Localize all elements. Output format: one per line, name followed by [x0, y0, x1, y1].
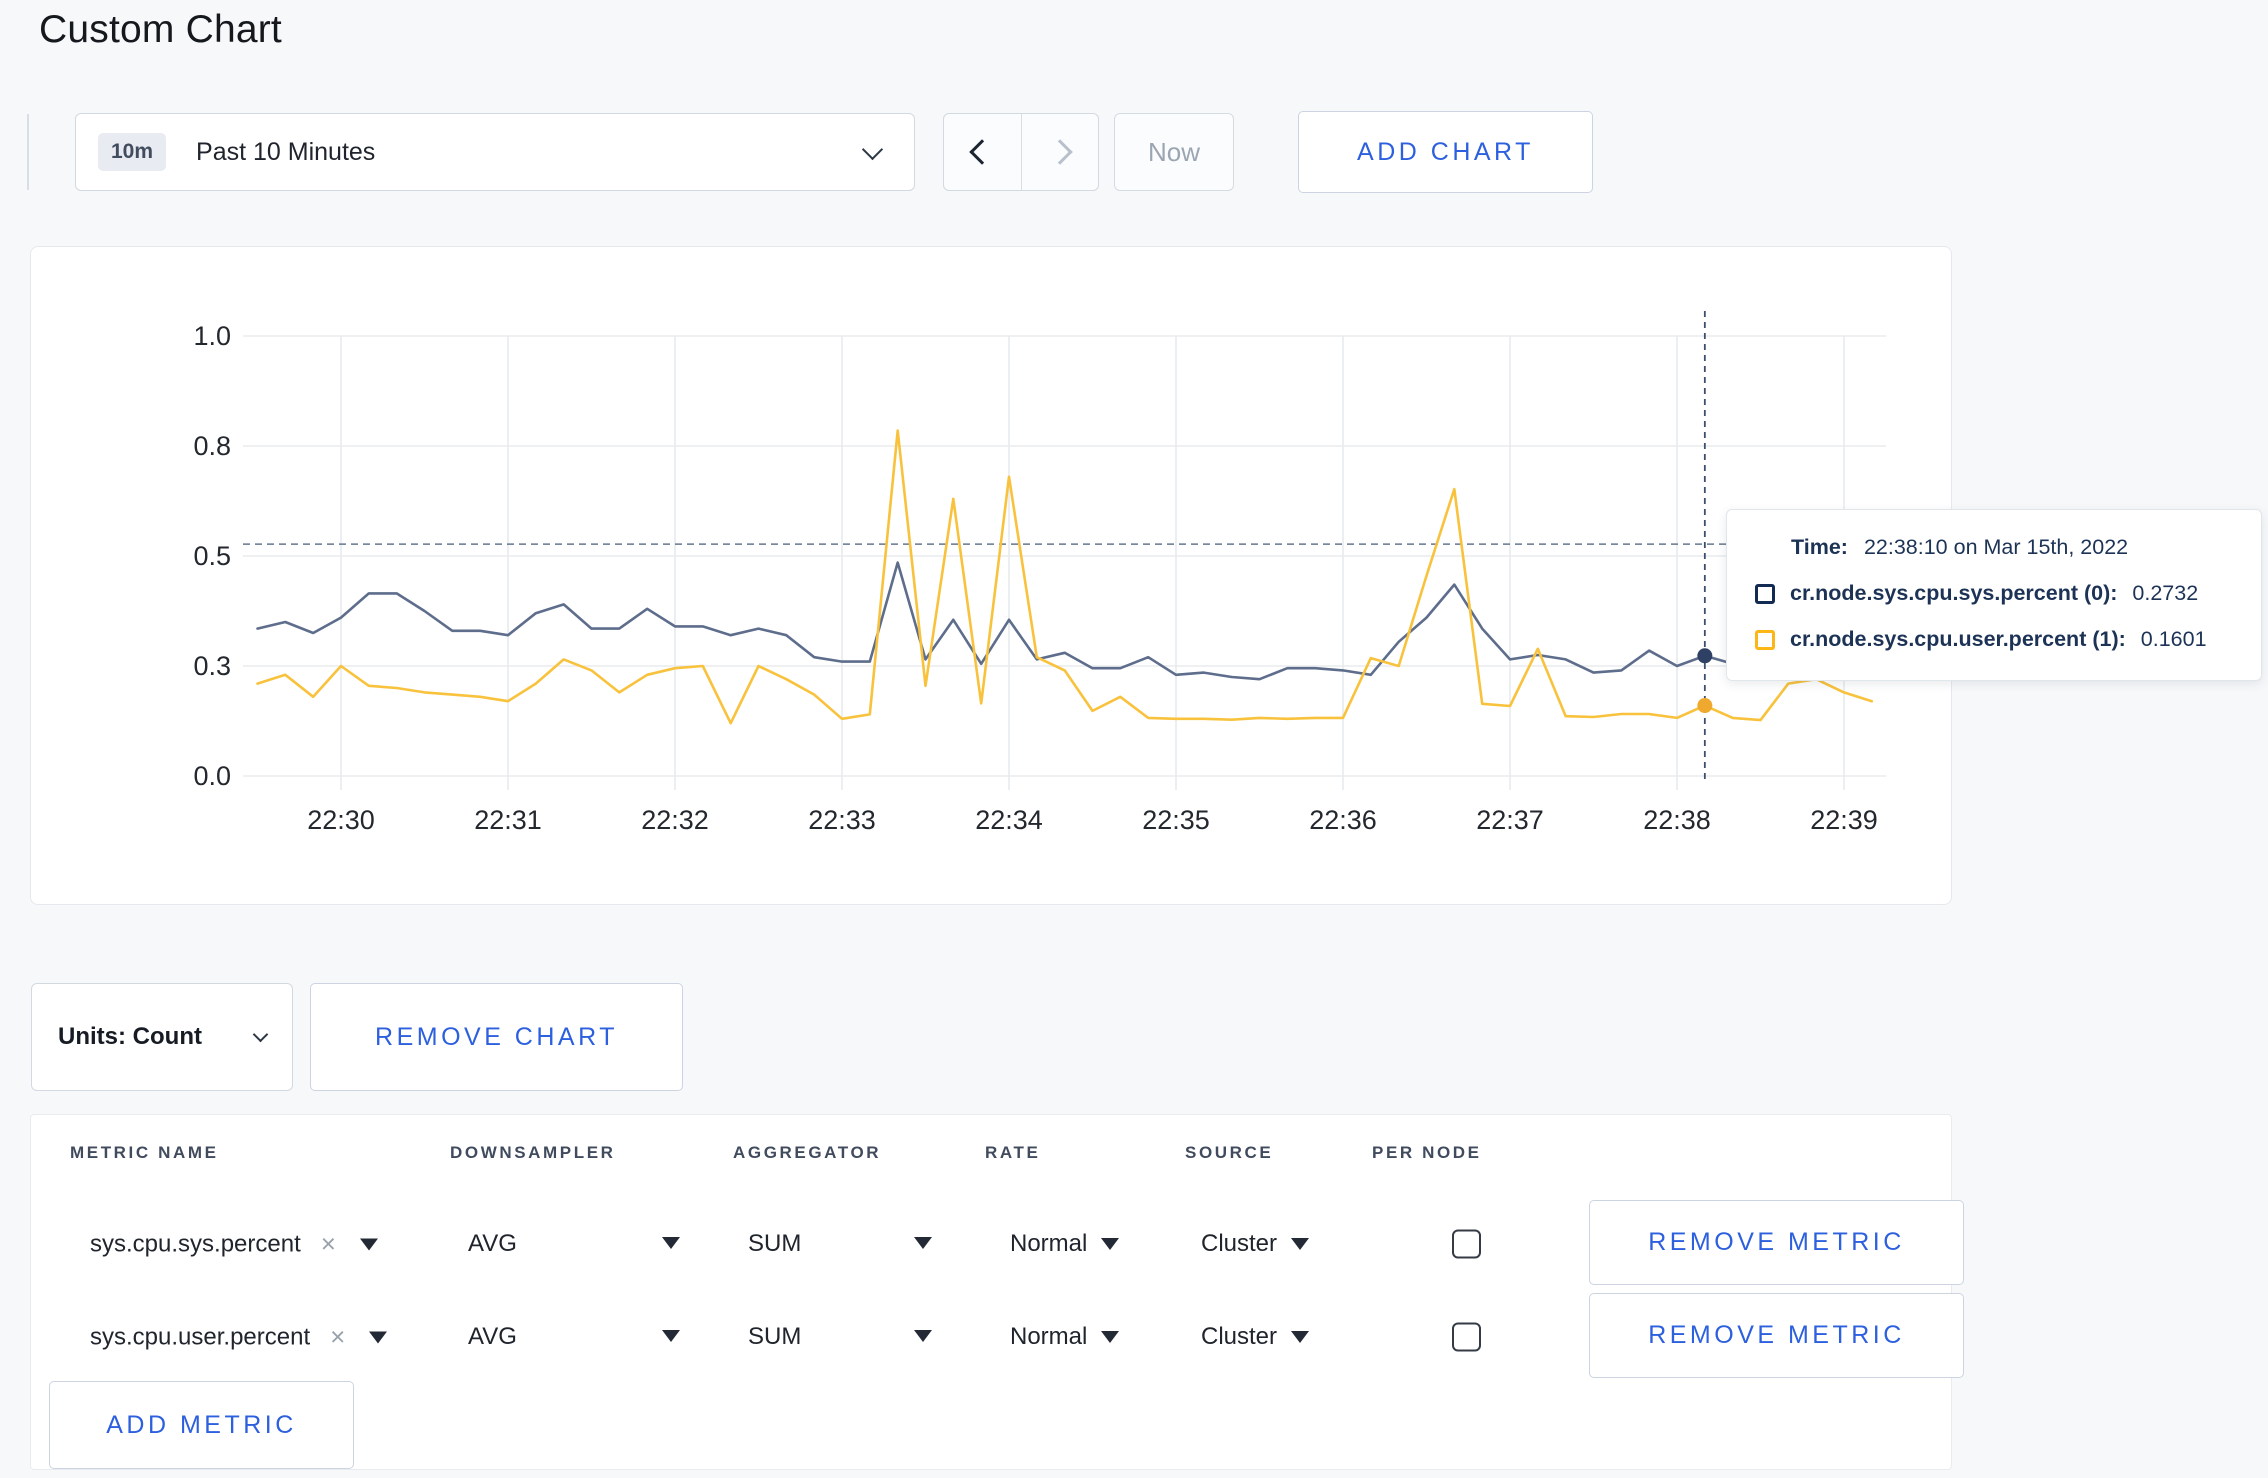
- tooltip-series-value: 0.2732: [2132, 581, 2199, 605]
- dropdown-caret-icon[interactable]: [662, 1330, 680, 1342]
- time-range-label: Past 10 Minutes: [196, 137, 376, 166]
- rate-select[interactable]: Normal: [1010, 1230, 1120, 1258]
- svg-text:0.5: 0.5: [193, 541, 231, 571]
- time-range-select[interactable]: 10m Past 10 Minutes: [75, 113, 915, 191]
- dropdown-caret-icon: [1291, 1238, 1310, 1250]
- remove-metric-button[interactable]: REMOVE METRIC: [1589, 1200, 1964, 1285]
- dropdown-caret-icon[interactable]: [914, 1237, 932, 1249]
- col-header-metric-name: METRIC NAME: [70, 1143, 219, 1162]
- svg-text:0.3: 0.3: [193, 651, 231, 681]
- toolbar-divider: [27, 114, 29, 190]
- svg-text:22:30: 22:30: [307, 805, 375, 835]
- clear-metric-icon[interactable]: ×: [321, 1229, 336, 1260]
- dropdown-caret-icon[interactable]: [369, 1331, 388, 1343]
- tooltip-series-row: cr.node.sys.cpu.user.percent (1): 0.1601: [1755, 627, 2241, 652]
- time-step-buttons: [943, 113, 1099, 191]
- dropdown-caret-icon: [1101, 1238, 1120, 1250]
- col-header-downsampler: DOWNSAMPLER: [450, 1143, 616, 1162]
- col-header-aggregator: AGGREGATOR: [733, 1143, 882, 1162]
- svg-text:0.0: 0.0: [193, 761, 231, 791]
- downsampler-select[interactable]: AVG: [468, 1230, 517, 1258]
- rate-value: Normal: [1010, 1230, 1088, 1257]
- chevron-down-icon: [861, 138, 884, 161]
- remove-chart-button[interactable]: REMOVE CHART: [310, 983, 683, 1091]
- col-header-per-node: PER NODE: [1372, 1143, 1482, 1162]
- rate-value: Normal: [1010, 1323, 1088, 1350]
- dropdown-caret-icon: [1291, 1331, 1310, 1343]
- time-range-badge: 10m: [98, 133, 167, 171]
- dropdown-caret-icon: [1101, 1331, 1120, 1343]
- source-value: Cluster: [1201, 1323, 1278, 1350]
- metric-name-value: sys.cpu.user.percent: [90, 1323, 311, 1350]
- aggregator-select[interactable]: SUM: [748, 1230, 801, 1258]
- source-select[interactable]: Cluster: [1201, 1230, 1310, 1258]
- dropdown-caret-icon[interactable]: [359, 1238, 378, 1250]
- svg-text:22:34: 22:34: [975, 805, 1043, 835]
- table-row: sys.cpu.user.percent × AVG SUM Normal Cl…: [30, 1290, 1964, 1384]
- units-select[interactable]: Units: Count: [31, 983, 293, 1091]
- svg-text:22:36: 22:36: [1309, 805, 1377, 835]
- tooltip-time-value: 22:38:10 on Mar 15th, 2022: [1863, 535, 2129, 559]
- svg-text:0.8: 0.8: [193, 431, 231, 461]
- user-series-swatch-icon: [1755, 629, 1775, 650]
- source-value: Cluster: [1201, 1230, 1278, 1257]
- svg-text:22:38: 22:38: [1643, 805, 1711, 835]
- chevron-down-icon: [252, 1026, 269, 1042]
- chevron-right-icon: [1047, 139, 1073, 165]
- tooltip-time-row: Time: 22:38:10 on Mar 15th, 2022: [1755, 535, 2241, 560]
- downsampler-select[interactable]: AVG: [468, 1323, 517, 1351]
- tooltip-time-label: Time:: [1791, 535, 1848, 559]
- metric-name-select[interactable]: sys.cpu.sys.percent ×: [90, 1229, 378, 1260]
- chevron-left-icon: [969, 139, 995, 165]
- rate-select[interactable]: Normal: [1010, 1323, 1120, 1351]
- col-header-source: SOURCE: [1185, 1143, 1274, 1162]
- col-header-rate: RATE: [985, 1143, 1041, 1162]
- tooltip-series-label: cr.node.sys.cpu.user.percent (1):: [1790, 627, 2126, 651]
- table-row: sys.cpu.sys.percent × AVG SUM Normal Clu…: [30, 1197, 1964, 1291]
- sys-series-swatch-icon: [1755, 583, 1775, 604]
- metric-name-select[interactable]: sys.cpu.user.percent ×: [90, 1322, 388, 1353]
- step-back-button[interactable]: [944, 114, 1021, 190]
- page-title: Custom Chart: [39, 8, 282, 51]
- dropdown-caret-icon[interactable]: [914, 1330, 932, 1342]
- dropdown-caret-icon[interactable]: [662, 1237, 680, 1249]
- svg-text:22:35: 22:35: [1142, 805, 1210, 835]
- now-button[interactable]: Now: [1114, 113, 1234, 191]
- add-metric-button[interactable]: ADD METRIC: [49, 1381, 354, 1469]
- per-node-checkbox[interactable]: [1452, 1229, 1481, 1259]
- aggregator-select[interactable]: SUM: [748, 1323, 801, 1351]
- tooltip-series-value: 0.1601: [2140, 627, 2207, 651]
- add-chart-button[interactable]: ADD CHART: [1298, 111, 1593, 193]
- remove-metric-button[interactable]: REMOVE METRIC: [1589, 1293, 1964, 1378]
- chart-card[interactable]: 0.0 0.3 0.5 0.8 1.0 22:30 22:31 22:32 22:33 22:34…: [30, 246, 1952, 905]
- svg-text:22:33: 22:33: [808, 805, 876, 835]
- svg-text:22:37: 22:37: [1476, 805, 1544, 835]
- metric-name-value: sys.cpu.sys.percent: [90, 1230, 301, 1257]
- svg-text:22:39: 22:39: [1810, 805, 1878, 835]
- source-select[interactable]: Cluster: [1201, 1323, 1310, 1351]
- line-chart[interactable]: 0.0 0.3 0.5 0.8 1.0 22:30 22:31 22:32 22:33 22:34…: [31, 247, 1951, 904]
- clear-metric-icon[interactable]: ×: [330, 1322, 345, 1353]
- per-node-checkbox[interactable]: [1452, 1322, 1481, 1352]
- tooltip-series-label: cr.node.sys.cpu.sys.percent (0):: [1790, 581, 2118, 605]
- step-forward-button[interactable]: [1020, 114, 1099, 190]
- tooltip-series-row: cr.node.sys.cpu.sys.percent (0): 0.2732: [1755, 581, 2241, 606]
- svg-text:22:32: 22:32: [641, 805, 709, 835]
- svg-text:1.0: 1.0: [193, 321, 231, 351]
- units-label: Units: Count: [58, 1023, 202, 1050]
- svg-text:22:31: 22:31: [474, 805, 542, 835]
- chart-tooltip: Time: 22:38:10 on Mar 15th, 2022 cr.node…: [1726, 509, 2262, 681]
